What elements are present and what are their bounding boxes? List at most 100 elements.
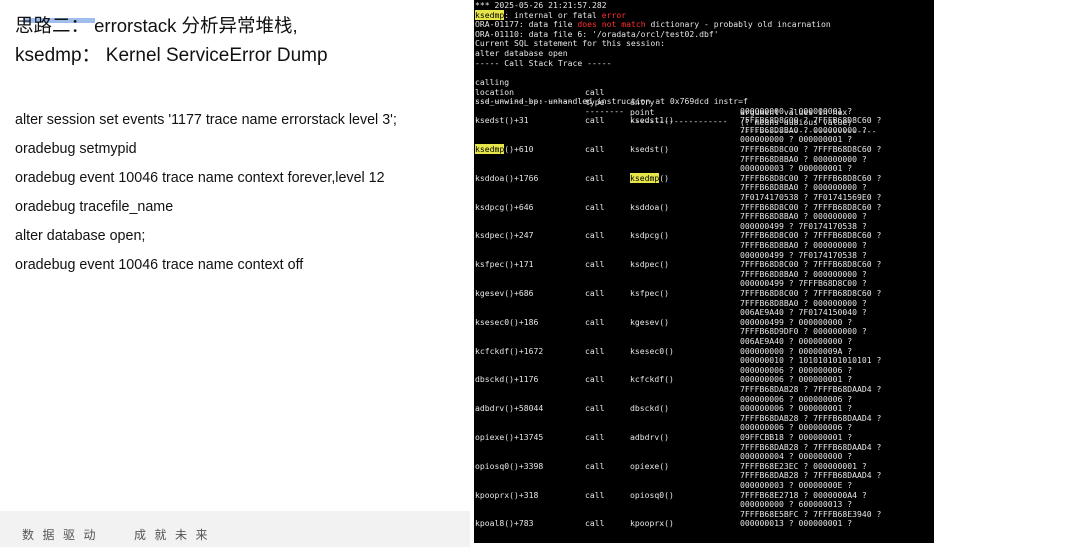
frame-argument-values: 09FFCBB18 ? 000000001 ? (740, 432, 853, 442)
frame-calling-location: ksesec0()+186 (475, 316, 539, 327)
frame-entry-point: ksddoa() (630, 201, 669, 212)
frame-call-type: call (585, 374, 605, 385)
frame-calling-location: ksfpec()+171 (475, 259, 534, 270)
trace-timestamp: *** 2025-05-26 21:21:57.282 (475, 0, 607, 10)
frame-argument-values: 7FFFB68D8BA0 ? 000000000 ? (740, 240, 867, 250)
command-line: oradebug event 10046 trace name context … (15, 257, 304, 273)
frame-call-type: call (585, 288, 605, 298)
command-list: alter session set events '1177 trace nam… (15, 106, 397, 280)
frame-entry-point: adbdrv() (630, 432, 669, 442)
ora1-pre: ORA-01177: data file (475, 19, 578, 30)
trace-terminal: *** 2025-05-26 21:21:57.282 ksedmp: inte… (474, 0, 934, 543)
ora-01177-line: ORA-01177: data file does not match dict… (475, 19, 831, 29)
unwind-line: ssd_unwind_bp: unhandled instruction at … (475, 96, 748, 106)
frame-calling-location: ksdpec()+247 (475, 230, 534, 241)
trace-error-line: ksedmp: internal or fatal error (475, 9, 627, 20)
frame-call-type: call (585, 460, 605, 471)
frame-entry-point: kpooprx() (630, 518, 674, 529)
command-line: oradebug setmypid (15, 141, 137, 157)
frame-name-suffix: ()+610 (504, 144, 534, 154)
command-line: alter database open; (15, 228, 146, 244)
frame-argument-values: 7FFFB68DAB28 ? 7FFFB68DAAD4 ? (740, 384, 882, 394)
frame-argument-values: 000000010 ? 101010101010101 ? (740, 355, 882, 366)
frame-argument-values: 000000499 ? 000000000 ? (740, 316, 853, 327)
ksedmp-highlight: ksedmp (630, 172, 660, 183)
frame-call-type: call (585, 144, 605, 154)
frame-entry-point: ksfpec() (630, 288, 669, 298)
frame-calling-location: ksedst()+31 (475, 115, 529, 126)
frame-call-type: call (585, 172, 605, 183)
frame-argument-values: 000000499 ? 7F0174170538 ? (740, 220, 867, 231)
ora1-red: does not match (577, 19, 646, 30)
footer-slogan-right: 成就未来 (134, 528, 217, 542)
frame-argument-values: 000000000 ? 000000001 ? (740, 134, 853, 145)
frame-calling-location: dbsckd()+1176 (475, 374, 539, 385)
frame-argument-values: 7FFFB68D8C00 ? 7FFFB68D8C60 ? (740, 144, 882, 154)
slide-title-line1: 思路二： errorstack 分析异常堆栈, (15, 14, 298, 38)
frame-argument-values: 7FFFB68D8BA0 ? 000000000 ? (740, 297, 867, 308)
frame-argument-values: 000000003 ? 00000000E ? (740, 480, 853, 490)
frame-name-suffix: () (659, 172, 669, 183)
frame-argument-values: 7FFFB68D8BA0 ? 000000000 ? (740, 211, 867, 222)
frame-argument-values: 7FFFB68D8C00 ? 7FFFB68D8C60 ? (740, 115, 882, 126)
frame-calling-location: ksddoa()+1766 (475, 172, 539, 183)
frame-call-type: call (585, 201, 605, 212)
call-stack-title: ----- Call Stack Trace ----- (475, 57, 612, 68)
slide-footer: 数据驱动 成就未来 (0, 511, 470, 547)
frame-call-type: call (585, 230, 605, 241)
frame-argument-values: 7FFFB68D8C00 ? 7FFFB68D8C60 ? (740, 259, 882, 270)
frame-call-type: call (585, 345, 605, 356)
footer-slogan-left: 数据驱动 (22, 528, 105, 542)
frame-entry-point: kcfckdf() (630, 374, 674, 385)
frame-calling-location: kgesev()+686 (475, 288, 534, 298)
frame-argument-values: 7FFFB68D8C00 ? 7FFFB68D8C60 ? (740, 201, 882, 212)
frame-call-type: call (585, 259, 605, 270)
frame-argument-values: 006AE9A40 ? 7F0174150040 ? (740, 307, 867, 318)
frame-argument-values: 000000003 ? 000000001 ? (740, 163, 853, 174)
slide-title-text-1: 思路二： errorstack 分析异常堆栈, (15, 15, 298, 36)
frame-argument-values: 7FFFB68D8C00 ? 7FFFB68D8C60 ? (740, 230, 882, 241)
frame-calling-location: adbdrv()+58044 (475, 403, 544, 414)
frame-calling-location: ksedmp()+610 (475, 144, 534, 154)
frame-argument-values: 000000006 ? 000000001 ? (740, 403, 853, 414)
ksedmp-highlight: ksedmp (475, 144, 505, 154)
frame-argument-values: 7FFFB68D8BA0 ? 000000000 ? (740, 268, 867, 279)
column-headers-row2: location type point (? means dubious val… (475, 77, 934, 127)
frame-calling-location: kpooprx()+318 (475, 489, 539, 500)
frame-calling-location: opiosq0()+3398 (475, 460, 544, 471)
frame-argument-values: 7FFFB68E2718 ? 0000000A4 ? (740, 489, 867, 500)
frame-argument-values: 006AE9A40 ? 000000000 ? (740, 336, 853, 346)
frame-argument-values: 000000006 ? 000000006 ? (740, 422, 853, 433)
frame-calling-location: ksdpcg()+646 (475, 201, 534, 212)
frame-argument-values: 7FFFB68D8C00 ? 7FFFB68D8C60 ? (740, 172, 882, 183)
frame-entry-point: ksedmp() (630, 172, 669, 183)
sql-statement-label: Current SQL statement for this session: (475, 38, 666, 49)
sql-statement: alter database open (475, 48, 568, 58)
error-word: error (601, 9, 627, 20)
frame-argument-values: 7FFFB68D8BA0 ? 000000000 ? (740, 124, 867, 135)
frame-entry-point: dbsckd() (630, 403, 669, 414)
frame-argument-values: 000000006 ? 000000001 ? (740, 374, 853, 385)
frame-entry-point: ksesec0() (630, 345, 674, 356)
command-line: alter session set events '1177 trace nam… (15, 112, 397, 128)
slide-left-panel: 思路二： errorstack 分析异常堆栈, ksedmp： Kernel S… (0, 0, 470, 547)
column-headers-row1: calling call entry argument values in he… (475, 67, 934, 117)
ora-01110-line: ORA-01110: data file 6: '/oradata/orcl/t… (475, 28, 719, 39)
ksedmp-highlight: ksedmp (475, 9, 505, 20)
column-rules: -------------------- -------- ----------… (475, 86, 934, 136)
frame-entry-point: opiosq0() (630, 489, 674, 500)
frame-argument-values: 7FFFB68D9DF0 ? 000000000 ? (740, 326, 867, 337)
frame-argument-values: 7FFFB68DAB28 ? 7FFFB68DAAD4 ? (740, 441, 882, 452)
frame-argument-values: 000000000 ? 000000001 ? (740, 105, 853, 116)
frame-entry-point: ksdpcg() (630, 230, 669, 241)
frame-call-type: call (585, 403, 605, 414)
frame-argument-values: 7FFFB68D8BA0 ? 000000000 ? (740, 153, 867, 164)
ora1-post: dictionary - probably old incarnation (645, 19, 831, 30)
frame-calling-location: kpoal8()+783 (475, 518, 534, 529)
frame-argument-values: 000000499 ? 7F0174170538 ? (740, 249, 867, 260)
command-line: oradebug tracefile_name (15, 199, 174, 215)
internal-text: : internal or fatal (504, 9, 602, 20)
frame-entry-point: opiexe() (630, 460, 669, 471)
frame-calling-location: kcfckdf()+1672 (475, 345, 544, 356)
frame-call-type: call (585, 115, 605, 126)
